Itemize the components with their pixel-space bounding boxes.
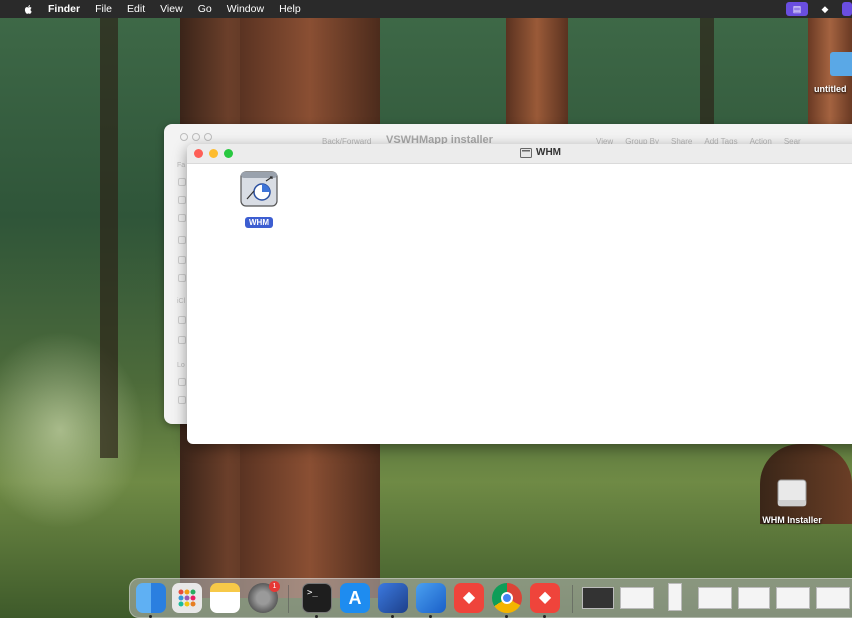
minimize-button[interactable] [209,149,218,158]
sidebar-item-icon[interactable] [178,196,186,204]
minimized-window-thumbnail[interactable] [668,583,682,611]
sidebar-item-icon[interactable] [178,316,186,324]
sidebar-item-icon[interactable] [178,178,186,186]
menu-window[interactable]: Window [227,3,264,15]
anydesk-installer-icon[interactable]: ◆ [530,583,560,613]
whm-window-titlebar: WHM [187,144,852,164]
menu-extras: ▤ ◆ [780,0,852,18]
menu-help[interactable]: Help [279,3,301,15]
sidebar: Fa iCl Lo [164,150,187,424]
sidebar-item-icon[interactable] [178,256,186,264]
minimized-window-thumbnail[interactable] [698,587,732,609]
menu-edit[interactable]: Edit [127,3,145,15]
system-settings-icon[interactable]: 1 [248,581,280,613]
dock-separator [572,585,573,613]
menu-go[interactable]: Go [198,3,212,15]
zoom-button[interactable] [204,133,212,141]
whm-app-item[interactable]: WHM [238,171,280,230]
close-button[interactable] [194,149,203,158]
sidebar-item-icon[interactable] [178,378,186,386]
launchpad-icon[interactable] [172,583,202,613]
tree-trunk [100,18,118,458]
minimized-window-thumbnail[interactable] [620,587,654,609]
anydesk-status-icon[interactable]: ◆ [814,2,836,16]
screen-share-icon[interactable]: ▤ [786,2,808,16]
status-icon[interactable] [842,2,852,16]
mounted-disk-icon [777,479,807,507]
app-store-icon[interactable]: A [340,583,370,613]
folder-icon [830,52,852,76]
minimize-button[interactable] [192,133,200,141]
desktop-folder-untitled[interactable]: untitled [814,52,852,94]
simulator-icon[interactable] [416,583,446,613]
whm-app-label: WHM [245,217,273,228]
desktop-whm-installer[interactable]: WHM Installer [752,478,832,525]
zoom-button[interactable] [224,149,233,158]
whm-window[interactable]: WHM WHM [187,144,852,444]
tree-trunk [506,18,568,128]
whm-window-title-text: WHM [536,147,561,158]
apple-icon[interactable] [24,4,33,15]
menu-app-name[interactable]: Finder [48,3,80,15]
menu-view[interactable]: View [160,3,183,15]
xcode-icon[interactable] [378,583,408,613]
close-button[interactable] [180,133,188,141]
minimized-window-thumbnail[interactable] [776,587,810,609]
desktop-folder-label: untitled [814,84,847,94]
minimized-window-thumbnail[interactable] [582,587,614,609]
whm-app-icon[interactable] [240,171,278,207]
sidebar-section-locations: Lo [177,362,185,369]
chrome-icon[interactable] [492,583,522,613]
sidebar-section-icloud: iCl [177,298,186,305]
minimized-window-thumbnail[interactable] [738,587,770,609]
sidebar-item-icon[interactable] [178,214,186,222]
minimized-window-thumbnail[interactable] [816,587,850,609]
desktop-installer-label: WHM Installer [762,515,822,525]
window-controls [180,133,216,141]
sidebar-item-icon[interactable] [178,396,186,404]
sidebar-item-icon[interactable] [178,336,186,344]
dock-separator [288,585,289,613]
sidebar-item-icon[interactable] [178,236,186,244]
anydesk-icon[interactable]: ◆ [454,583,484,613]
menu-bar: Finder File Edit View Go Window Help ▤ ◆ [0,0,852,18]
launchpad-grid-icon [178,589,196,607]
terminal-icon[interactable]: >_ [302,583,332,613]
whm-window-title: WHM [520,147,561,158]
finder-icon[interactable] [136,583,166,613]
sidebar-item-icon[interactable] [178,274,186,282]
menu-file[interactable]: File [95,3,112,15]
notes-icon[interactable] [210,583,240,613]
sidebar-section-favorites: Fa [177,162,186,169]
dock: 1 >_ A ◆ ◆ [129,578,852,618]
notification-badge: 1 [269,581,280,592]
disk-image-icon [520,147,532,158]
tree-trunk [700,18,714,128]
